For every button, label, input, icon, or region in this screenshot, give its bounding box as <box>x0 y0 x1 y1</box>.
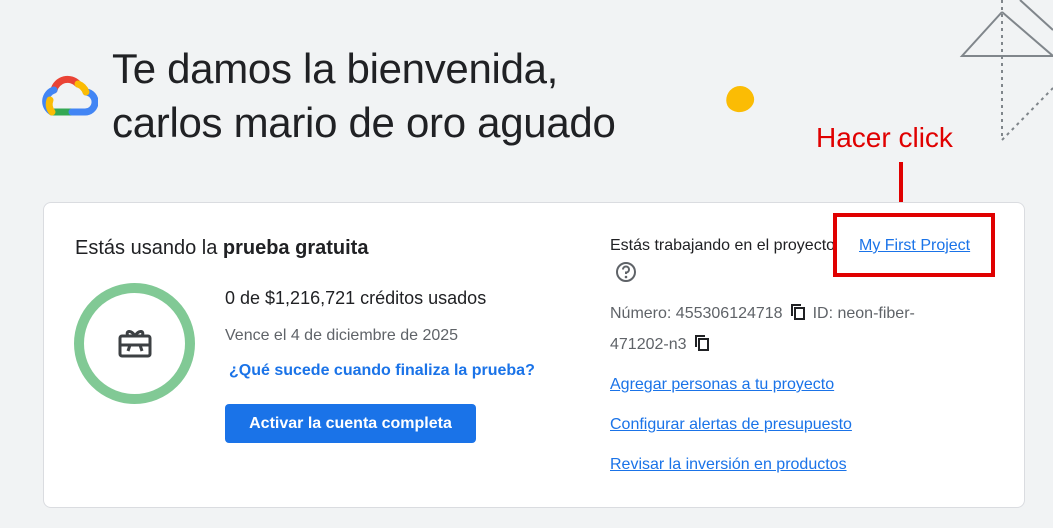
project-number: Número: 455306124718 <box>610 305 783 322</box>
activate-account-button[interactable]: Activar la cuenta completa <box>225 404 476 443</box>
budget-alerts-link[interactable]: Configurar alertas de presupuesto <box>610 416 852 434</box>
welcome-line-1: Te damos la bienvenida, <box>112 45 559 92</box>
google-cloud-logo-icon <box>42 75 98 116</box>
copy-icon[interactable] <box>693 334 711 352</box>
help-icon[interactable] <box>615 261 637 283</box>
review-spending-link[interactable]: Revisar la inversión en productos <box>610 456 847 474</box>
project-id-part1: ID: neon-fiber- <box>812 305 915 322</box>
annotation-label: Hacer click <box>816 122 953 153</box>
annotation-highlight-box <box>833 213 995 277</box>
trial-title: Estás usando la prueba gratuita <box>75 237 368 260</box>
working-in-label: Estás trabajando en el proyecto <box>610 237 836 254</box>
trial-expiration: Vence el 4 de diciembre de 2025 <box>225 327 459 344</box>
project-id-part2: 471202-n3 <box>610 336 687 353</box>
what-happens-link[interactable]: ¿Qué sucede cuando finaliza la prueba? <box>229 362 535 380</box>
decorative-dot <box>723 83 757 115</box>
add-people-link[interactable]: Agregar personas a tu proyecto <box>610 376 834 394</box>
decorative-lines <box>959 0 1053 141</box>
welcome-heading: Te damos la bienvenida, carlos mario de … <box>112 42 616 150</box>
page: Te damos la bienvenida, carlos mario de … <box>0 0 1053 528</box>
copy-icon[interactable] <box>789 303 807 321</box>
trial-title-prefix: Estás usando la <box>75 237 223 259</box>
project-id-line: 471202-n3 <box>610 334 717 354</box>
welcome-line-2: carlos mario de oro aguado <box>112 99 616 146</box>
gift-card-icon <box>118 330 152 358</box>
trial-title-bold: prueba gratuita <box>222 237 369 259</box>
credits-used: 0 de $1,216,721 créditos usados <box>225 288 487 308</box>
project-number-line: Número: 455306124718 ID: neon-fiber- <box>610 303 915 323</box>
